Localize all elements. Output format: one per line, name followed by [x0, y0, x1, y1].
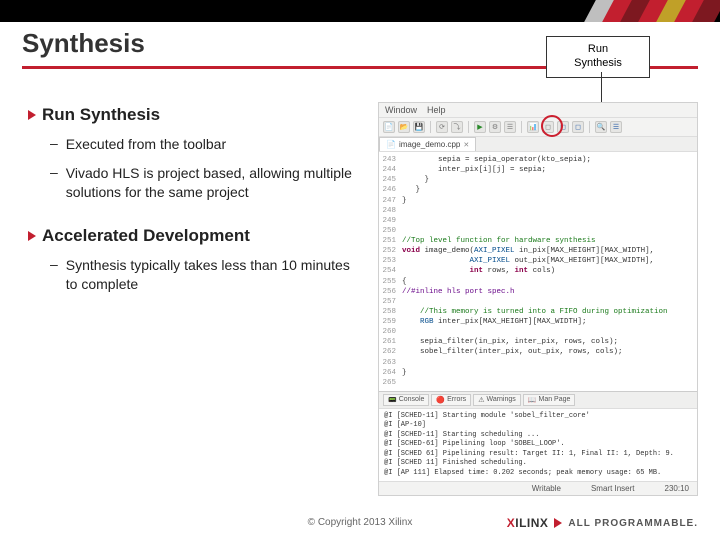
toolbar-button[interactable]: 📄 — [383, 121, 395, 133]
top-bar — [0, 0, 720, 22]
status-insert: Smart Insert — [591, 484, 635, 493]
section-run-synthesis: Run Synthesis – Executed from the toolba… — [28, 105, 358, 202]
section-heading: Run Synthesis — [42, 105, 160, 125]
toolbar-button[interactable]: ☰ — [610, 121, 622, 133]
close-icon[interactable]: ✕ — [463, 141, 469, 149]
ide-tabbar: 📄 image_demo.cpp ✕ — [379, 137, 697, 152]
brand-arrow-icon — [554, 518, 562, 528]
section-accelerated: Accelerated Development – Synthesis typi… — [28, 226, 358, 294]
code-editor[interactable]: 2432442452462472482492502512522532542552… — [379, 152, 697, 391]
ide-screenshot: Window Help 📄📂💾⟳⤵▶⚙☰📊◻◻◻🔍☰ 📄 image_demo.… — [378, 102, 698, 496]
brand-tagline: ALL PROGRAMMABLE. — [568, 518, 698, 529]
panel-tab[interactable]: ⚠Warnings — [473, 394, 521, 406]
toolbar-button[interactable]: 💾 — [413, 121, 425, 133]
brand: XILINX ALL PROGRAMMABLE. — [507, 516, 698, 530]
bullet-item: – Synthesis typically takes less than 10… — [50, 256, 358, 294]
arrow-icon — [28, 231, 36, 241]
code-body[interactable]: sepia = sepia_operator(kto_sepia); inter… — [399, 155, 697, 388]
callout-line2: Synthesis — [551, 57, 645, 71]
panel-tab[interactable]: 🔴Errors — [431, 394, 471, 406]
bullet-text: Executed from the toolbar — [66, 135, 226, 154]
arrow-icon — [28, 110, 36, 120]
console-output[interactable]: @I [SCHED-11] Starting module 'sobel_fil… — [379, 409, 697, 481]
top-decor — [594, 0, 720, 22]
toolbar-button[interactable]: ▶ — [474, 121, 486, 133]
status-mode: Writable — [532, 484, 561, 493]
bullet-item: – Executed from the toolbar — [50, 135, 358, 154]
code-gutter: 2432442452462472482492502512522532542552… — [379, 155, 399, 388]
ide-menubar: Window Help — [379, 103, 697, 118]
dash-icon: – — [50, 256, 58, 294]
dash-icon: – — [50, 164, 58, 202]
toolbar-button[interactable]: ⟳ — [436, 121, 448, 133]
toolbar-button[interactable]: ◻ — [542, 121, 554, 133]
ide-statusbar: Writable Smart Insert 230:10 — [379, 481, 697, 495]
callout-box: Run Synthesis — [546, 36, 650, 78]
toolbar-button[interactable]: 📊 — [527, 121, 539, 133]
dash-icon: – — [50, 135, 58, 154]
toolbar-button[interactable]: 📂 — [398, 121, 410, 133]
page-title: Synthesis — [22, 28, 145, 59]
bullet-item: – Vivado HLS is project based, allowing … — [50, 164, 358, 202]
brand-logo: XILINX — [507, 516, 549, 530]
toolbar-button[interactable]: ⤵ — [451, 121, 463, 133]
menu-window[interactable]: Window — [385, 105, 417, 115]
bullet-text: Synthesis typically takes less than 10 m… — [66, 256, 358, 294]
toolbar-button[interactable]: ◻ — [557, 121, 569, 133]
menu-help[interactable]: Help — [427, 105, 446, 115]
file-icon: 📄 — [386, 140, 396, 149]
callout-line1: Run — [551, 43, 645, 57]
content: Run Synthesis – Executed from the toolba… — [28, 105, 358, 317]
tab-label: image_demo.cpp — [399, 140, 460, 149]
ide-toolbar: 📄📂💾⟳⤵▶⚙☰📊◻◻◻🔍☰ — [379, 118, 697, 137]
toolbar-button[interactable]: ⚙ — [489, 121, 501, 133]
status-position: 230:10 — [665, 484, 689, 493]
callout-pointer — [601, 72, 602, 102]
toolbar-button[interactable]: 🔍 — [595, 121, 607, 133]
bottom-panel: 📟Console🔴Errors⚠Warnings📖Man Page @I [SC… — [379, 391, 697, 481]
toolbar-button[interactable]: ☰ — [504, 121, 516, 133]
slide: Synthesis Run Synthesis Run Synthesis – … — [0, 0, 720, 540]
bullet-text: Vivado HLS is project based, allowing mu… — [66, 164, 358, 202]
bottom-panel-tabs: 📟Console🔴Errors⚠Warnings📖Man Page — [379, 392, 697, 409]
panel-tab[interactable]: 📟Console — [383, 394, 429, 406]
toolbar-button[interactable]: ◻ — [572, 121, 584, 133]
editor-tab[interactable]: 📄 image_demo.cpp ✕ — [379, 137, 476, 151]
section-heading: Accelerated Development — [42, 226, 250, 246]
panel-tab[interactable]: 📖Man Page — [523, 394, 576, 406]
